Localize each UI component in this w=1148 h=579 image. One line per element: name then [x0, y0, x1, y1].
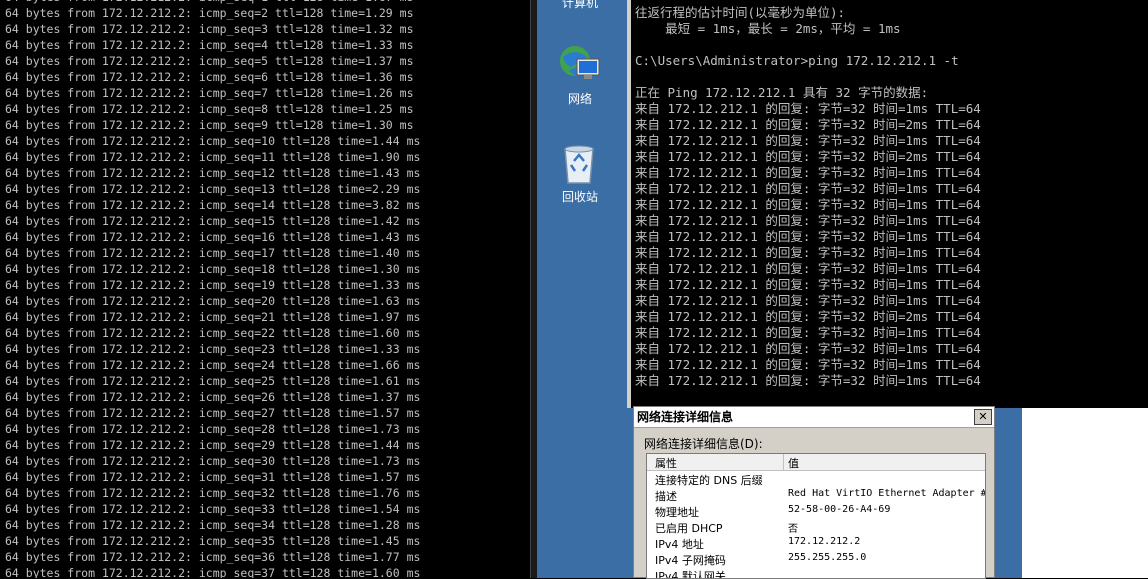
cmd-line: C:\Users\Administrator>ping 172.12.212.1…: [635, 53, 959, 68]
row-property: 连接特定的 DNS 后缀: [655, 474, 763, 487]
list-header: 属性 值: [647, 454, 985, 471]
cmd-line: 来自 172.12.212.1 的回复: 字节=32 时间=1ms TTL=64: [635, 165, 981, 180]
cmd-line: 来自 172.12.212.1 的回复: 字节=32 时间=1ms TTL=64: [635, 197, 981, 212]
dialog-title: 网络连接详细信息: [637, 410, 734, 424]
cmd-line: 来自 172.12.212.1 的回复: 字节=32 时间=1ms TTL=64: [635, 277, 981, 292]
row-property: IPv4 子网掩码: [655, 554, 726, 567]
terminal-line: 64 bytes from 172.12.212.2: icmp_seq=27 …: [5, 406, 421, 420]
close-button[interactable]: ✕: [974, 409, 992, 425]
row-property: IPv4 默认网关: [655, 570, 726, 579]
cmd-line: 来自 172.12.212.1 的回复: 字节=32 时间=1ms TTL=64: [635, 341, 981, 356]
cmd-line: 来自 172.12.212.1 的回复: 字节=32 时间=1ms TTL=64: [635, 325, 981, 340]
terminal-line: 64 bytes from 172.12.212.2: icmp_seq=37 …: [5, 566, 421, 578]
cmd-line: 来自 172.12.212.1 的回复: 字节=32 时间=1ms TTL=64: [635, 357, 981, 372]
terminal-line: 64 bytes from 172.12.212.2: icmp_seq=14 …: [5, 198, 421, 212]
row-value: Red Hat VirtIO Ethernet Adapter #: [788, 488, 986, 499]
terminal-line: 64 bytes from 172.12.212.2: icmp_seq=34 …: [5, 518, 421, 532]
terminal-line: 64 bytes from 172.12.212.2: icmp_seq=17 …: [5, 246, 421, 260]
cmd-line: 来自 172.12.212.1 的回复: 字节=32 时间=1ms TTL=64: [635, 373, 981, 388]
details-list[interactable]: 属性 值 连接特定的 DNS 后缀 描述 Red Hat VirtIO Ethern…: [646, 453, 986, 579]
terminal-line: 64 bytes from 172.12.212.2: icmp_seq=28 …: [5, 422, 421, 436]
row-value: 52-58-00-26-A4-69: [788, 504, 891, 515]
list-row[interactable]: 描述 Red Hat VirtIO Ethernet Adapter #: [647, 487, 985, 503]
terminal-line: 64 bytes from 172.12.212.2: icmp_seq=24 …: [5, 358, 421, 372]
dialog-title-bar[interactable]: 网络连接详细信息 ✕: [634, 407, 994, 428]
cmd-line: 来自 172.12.212.1 的回复: 字节=32 时间=1ms TTL=64: [635, 229, 981, 244]
network-icon[interactable]: [557, 43, 601, 87]
terminal-line: 64 bytes from 172.12.212.2: icmp_seq=18 …: [5, 262, 421, 276]
list-row[interactable]: 已启用 DHCP 否: [647, 519, 985, 535]
terminal-line: 64 bytes from 172.12.212.2: icmp_seq=13 …: [5, 182, 421, 196]
terminal-line: 64 bytes from 172.12.212.2: icmp_seq=12 …: [5, 166, 421, 180]
cmd-line: 来自 172.12.212.1 的回复: 字节=32 时间=1ms TTL=64: [635, 293, 981, 308]
header-value[interactable]: 值: [788, 455, 799, 471]
row-property: IPv4 地址: [655, 538, 704, 551]
terminal-line: 64 bytes from 172.12.212.2: icmp_seq=4 t…: [5, 38, 414, 52]
cmd-line: 来自 172.12.212.1 的回复: 字节=32 时间=1ms TTL=64: [635, 213, 981, 228]
terminal-line: 64 bytes from 172.12.212.2: icmp_seq=33 …: [5, 502, 421, 516]
terminal-line: 64 bytes from 172.12.212.2: icmp_seq=10 …: [5, 134, 421, 148]
recycle-bin-icon-label: 回收站: [561, 190, 598, 204]
cmd-line: 来自 172.12.212.1 的回复: 字节=32 时间=2ms TTL=64: [635, 149, 981, 164]
cmd-line: 来自 172.12.212.1 的回复: 字节=32 时间=2ms TTL=64: [635, 117, 981, 132]
left-terminal[interactable]: 64 bytes from 172.12.212.2: icmp_seq=1 t…: [0, 0, 537, 578]
terminal-line: 64 bytes from 172.12.212.2: icmp_seq=35 …: [5, 534, 421, 548]
cmd-line: 来自 172.12.212.1 的回复: 字节=32 时间=1ms TTL=64: [635, 133, 981, 148]
blank-window: [1022, 408, 1148, 578]
details-list-label: 网络连接详细信息(D):: [644, 437, 763, 451]
terminal-line: 64 bytes from 172.12.212.2: icmp_seq=7 t…: [5, 86, 414, 100]
cmd-line: 来自 172.12.212.1 的回复: 字节=32 时间=1ms TTL=64: [635, 181, 981, 196]
cmd-line: 正在 Ping 172.12.212.1 具有 32 字节的数据:: [635, 85, 929, 100]
list-row[interactable]: IPv4 默认网关: [647, 567, 985, 579]
desktop-icon-recycle-bin[interactable]: 回收站: [537, 186, 623, 205]
terminal-line: 64 bytes from 172.12.212.2: icmp_seq=21 …: [5, 310, 421, 324]
terminal-line: 64 bytes from 172.12.212.2: icmp_seq=9 t…: [5, 118, 414, 132]
network-icon-label: 网络: [567, 92, 592, 106]
row-value: 255.255.255.0: [788, 552, 867, 563]
terminal-line: 64 bytes from 172.12.212.2: icmp_seq=25 …: [5, 374, 421, 388]
cmd-line: 来自 172.12.212.1 的回复: 字节=32 时间=2ms TTL=64: [635, 309, 981, 324]
terminal-line: 64 bytes from 172.12.212.2: icmp_seq=30 …: [5, 454, 421, 468]
cmd-line: 来自 172.12.212.1 的回复: 字节=32 时间=1ms TTL=64: [635, 261, 981, 276]
row-property: 物理地址: [655, 506, 699, 519]
recycle-bin-icon[interactable]: [561, 141, 597, 185]
list-row[interactable]: 连接特定的 DNS 后缀: [647, 471, 985, 487]
list-row[interactable]: 物理地址 52-58-00-26-A4-69: [647, 503, 985, 519]
terminal-line: 64 bytes from 172.12.212.2: icmp_seq=3 t…: [5, 22, 414, 36]
terminal-line: 64 bytes from 172.12.212.2: icmp_seq=19 …: [5, 278, 421, 292]
row-value: 否: [788, 524, 798, 535]
terminal-line: 64 bytes from 172.12.212.2: icmp_seq=2 t…: [5, 6, 414, 20]
terminal-line: 64 bytes from 172.12.212.2: icmp_seq=23 …: [5, 342, 421, 356]
cmd-line: 最短 = 1ms，最长 = 2ms，平均 = 1ms: [635, 21, 901, 36]
desktop-icon-computer[interactable]: 计算机: [537, 0, 623, 11]
row-property: 已启用 DHCP: [655, 522, 723, 535]
row-value: 172.12.212.2: [788, 536, 861, 547]
terminal-line: 64 bytes from 172.12.212.2: icmp_seq=16 …: [5, 230, 421, 244]
terminal-line: 64 bytes from 172.12.212.2: icmp_seq=11 …: [5, 150, 421, 164]
terminal-line: 64 bytes from 172.12.212.2: icmp_seq=8 t…: [5, 102, 414, 116]
column-divider[interactable]: [783, 454, 784, 470]
row-property: 描述: [655, 490, 677, 503]
computer-icon-label: 计算机: [561, 0, 598, 10]
terminal-line: 64 bytes from 172.12.212.2: icmp_seq=31 …: [5, 470, 421, 484]
terminal-line: 64 bytes from 172.12.212.2: icmp_seq=26 …: [5, 390, 421, 404]
terminal-line: 64 bytes from 172.12.212.2: icmp_seq=22 …: [5, 326, 421, 340]
cmd-line: 来自 172.12.212.1 的回复: 字节=32 时间=1ms TTL=64: [635, 101, 981, 116]
network-details-dialog[interactable]: 网络连接详细信息 ✕ 网络连接详细信息(D): 属性 值 连接特定的 DNS 后…: [633, 406, 995, 579]
list-row[interactable]: IPv4 地址 172.12.212.2: [647, 535, 985, 551]
terminal-line: 64 bytes from 172.12.212.2: icmp_seq=15 …: [5, 214, 421, 228]
terminal-line: 64 bytes from 172.12.212.2: icmp_seq=29 …: [5, 438, 421, 452]
terminal-line: 64 bytes from 172.12.212.2: icmp_seq=32 …: [5, 486, 421, 500]
terminal-line: 64 bytes from 172.12.212.2: icmp_seq=20 …: [5, 294, 421, 308]
header-property[interactable]: 属性: [655, 455, 677, 471]
cmd-line: 往返行程的估计时间(以毫秒为单位):: [635, 5, 846, 20]
terminal-line: 64 bytes from 172.12.212.2: icmp_seq=6 t…: [5, 70, 414, 84]
terminal-line: 64 bytes from 172.12.212.2: icmp_seq=36 …: [5, 550, 421, 564]
desktop: 计算机 网络 回收站: [537, 0, 627, 578]
cmd-line: 来自 172.12.212.1 的回复: 字节=32 时间=1ms TTL=64: [635, 245, 981, 260]
desktop-icon-network[interactable]: 网络: [537, 88, 623, 107]
cmd-window[interactable]: 往返行程的估计时间(以毫秒为单位): 最短 = 1ms，最长 = 2ms，平均 …: [627, 0, 1148, 408]
list-row[interactable]: IPv4 子网掩码 255.255.255.0: [647, 551, 985, 567]
terminal-line: 64 bytes from 172.12.212.2: icmp_seq=5 t…: [5, 54, 414, 68]
